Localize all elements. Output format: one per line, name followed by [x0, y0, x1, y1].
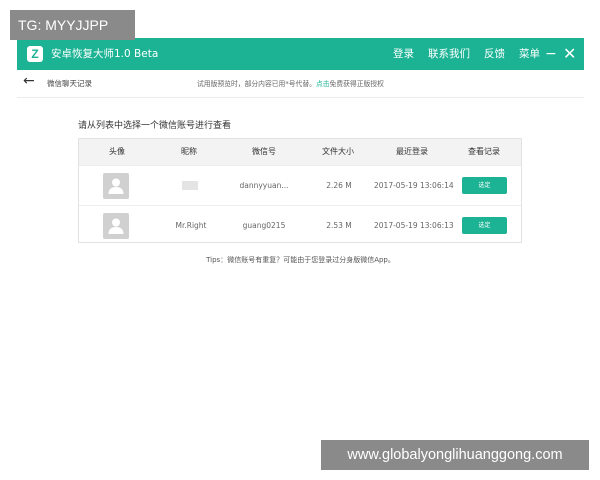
row-wechat-id: guang0215 — [242, 221, 286, 230]
menu-feedback[interactable]: 反馈 — [484, 38, 505, 70]
notice-text: 试用版预览时，部分内容已用*号代替。 — [197, 80, 316, 88]
column-last-login: 最近登录 — [396, 147, 428, 156]
avatar — [103, 173, 129, 199]
column-avatar: 头像 — [109, 147, 125, 156]
user-silhouette-icon — [108, 178, 124, 194]
row-file-size: 2.26 M — [326, 181, 352, 190]
select-button[interactable]: 选定 — [462, 217, 507, 234]
notice-suffix: 免费获得正版授权 — [329, 80, 384, 88]
column-nickname: 昵称 — [181, 147, 197, 156]
arrow-left-icon[interactable]: ← — [23, 73, 35, 89]
top-menu: 登录 联系我们 反馈 菜单 — [393, 38, 554, 70]
watermark-top-left: TG: MYYJJPP — [10, 10, 135, 40]
row-file-size: 2.53 M — [326, 221, 352, 230]
column-view-records: 查看记录 — [468, 147, 500, 156]
app-logo-icon: Z — [27, 46, 43, 62]
row-last-login: 2017-05-19 13:06:13 — [374, 221, 454, 230]
menu-login[interactable]: 登录 — [393, 38, 414, 70]
app-title: 安卓恢复大师1.0 Beta — [51, 48, 159, 60]
menu-more[interactable]: 菜单 — [519, 38, 540, 70]
nickname-masked — [182, 181, 198, 190]
watermark-bottom-right: www.globalyonglihuanggong.com — [321, 440, 589, 470]
row-nickname: Mr.Right — [175, 221, 207, 230]
table-row[interactable]: dannyyuan... 2.26 M 2017-05-19 13:06:14 … — [79, 165, 521, 204]
table-header: 头像 昵称 微信号 文件大小 最近登录 查看记录 — [79, 139, 521, 165]
page-title: 微信聊天记录 — [47, 79, 92, 88]
user-silhouette-icon — [108, 218, 124, 234]
row-wechat-id: dannyyuan... — [239, 181, 289, 190]
tips-text: Tips：微信账号有重复？可能由于您登录过分身版微信App。 — [206, 256, 395, 264]
column-file-size: 文件大小 — [322, 147, 354, 156]
row-last-login: 2017-05-19 13:06:14 — [374, 181, 454, 190]
trial-notice: 试用版预览时，部分内容已用*号代替。点击免费获得正版授权 — [197, 70, 384, 98]
column-wechat-id: 微信号 — [252, 147, 276, 156]
close-icon[interactable]: ✕ — [563, 38, 576, 70]
app-window: Z 安卓恢复大师1.0 Beta 登录 联系我们 反馈 菜单 − ✕ ← 微信聊… — [17, 38, 584, 438]
avatar — [103, 213, 129, 239]
select-button[interactable]: 选定 — [462, 177, 507, 194]
menu-contact[interactable]: 联系我们 — [428, 38, 470, 70]
table-row[interactable]: Mr.Right guang0215 2.53 M 2017-05-19 13:… — [79, 205, 521, 244]
sub-header: ← 微信聊天记录 试用版预览时，部分内容已用*号代替。点击免费获得正版授权 — [17, 70, 584, 98]
select-account-prompt: 请从列表中选择一个微信账号进行查看 — [78, 121, 232, 131]
title-bar: Z 安卓恢复大师1.0 Beta 登录 联系我们 反馈 菜单 − ✕ — [17, 38, 584, 70]
account-table: 头像 昵称 微信号 文件大小 最近登录 查看记录 dannyyuan... 2.… — [78, 138, 522, 243]
minimize-icon[interactable]: − — [545, 38, 557, 70]
notice-click-link[interactable]: 点击 — [316, 80, 330, 88]
